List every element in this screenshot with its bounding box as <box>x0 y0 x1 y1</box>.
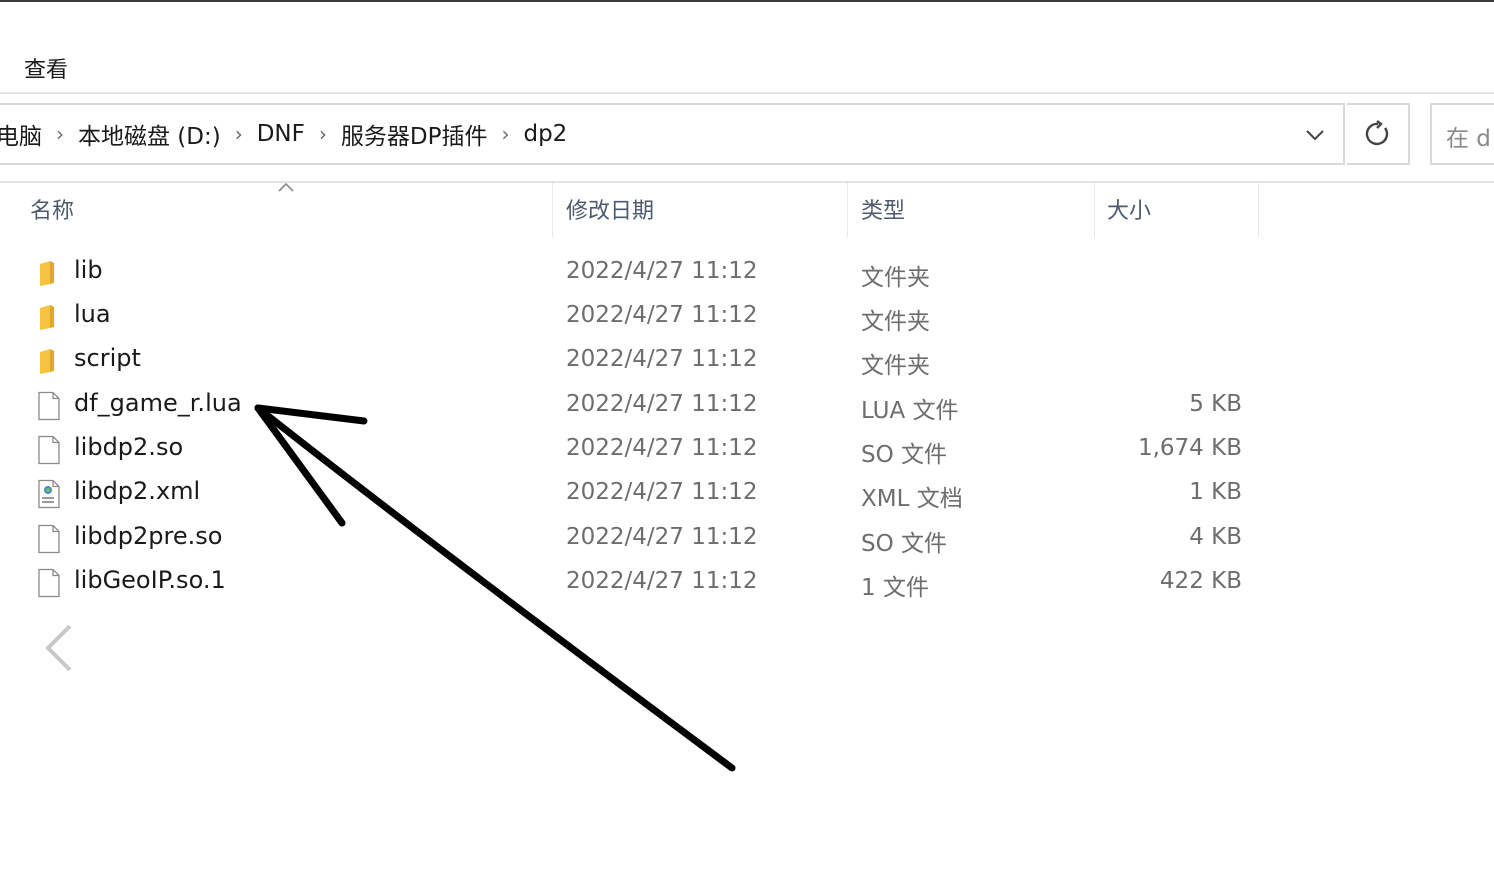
sort-ascending-icon[interactable] <box>276 180 296 194</box>
file-type: XML 文档 <box>861 486 963 512</box>
column-divider[interactable] <box>1258 183 1259 237</box>
file-modified: 2022/4/27 11:12 <box>566 258 758 284</box>
breadcrumb-item-drive-d[interactable]: 本地磁盘 (D:) <box>78 117 221 151</box>
file-name: libdp2.xml <box>74 477 201 505</box>
file-icon <box>38 435 60 465</box>
window-top-border <box>0 0 1494 2</box>
file-type: 1 文件 <box>861 575 929 601</box>
file-type: SO 文件 <box>861 531 948 557</box>
file-size: 4 KB <box>1189 524 1242 550</box>
file-row[interactable]: libdp2pre.so 2022/4/27 11:12 SO 文件 4 KB <box>0 516 1260 560</box>
file-size: 5 KB <box>1189 391 1242 417</box>
file-row[interactable]: lib 2022/4/27 11:12 文件夹 <box>0 250 1260 294</box>
breadcrumb-item-computer[interactable]: 电脑 <box>0 117 42 151</box>
column-divider[interactable] <box>552 183 553 237</box>
file-name: script <box>74 344 141 372</box>
file-name: libdp2.so <box>74 433 184 461</box>
file-type: 文件夹 <box>861 309 930 335</box>
scroll-left-icon[interactable] <box>40 620 80 676</box>
file-icon <box>38 568 60 598</box>
column-header-size[interactable]: 大小 <box>1107 193 1151 225</box>
column-divider[interactable] <box>1094 183 1095 237</box>
file-row[interactable]: libGeoIP.so.1 2022/4/27 11:12 1 文件 422 K… <box>0 560 1260 604</box>
breadcrumb: 电脑 › 本地磁盘 (D:) › DNF › 服务器DP插件 › dp2 <box>0 103 567 165</box>
file-modified: 2022/4/27 11:12 <box>566 568 758 594</box>
file-modified: 2022/4/27 11:12 <box>566 524 758 550</box>
breadcrumb-item-dnf[interactable]: DNF <box>257 121 305 147</box>
folder-icon <box>40 305 54 330</box>
file-modified: 2022/4/27 11:12 <box>566 435 758 461</box>
breadcrumb-item-dp2[interactable]: dp2 <box>523 121 567 147</box>
file-icon <box>38 524 60 554</box>
column-header-name[interactable]: 名称 <box>30 193 74 225</box>
refresh-button[interactable] <box>1347 103 1410 165</box>
file-size: 1 KB <box>1189 479 1242 505</box>
header-divider <box>0 181 1494 183</box>
file-row[interactable]: libdp2.xml 2022/4/27 11:12 XML 文档 1 KB <box>0 471 1260 515</box>
refresh-icon <box>1365 120 1388 146</box>
file-name: lua <box>74 300 111 328</box>
breadcrumb-separator-icon[interactable]: › <box>305 122 341 146</box>
ribbon-divider <box>0 92 1494 94</box>
file-type: SO 文件 <box>861 442 948 468</box>
chevron-down-icon[interactable] <box>1300 118 1330 152</box>
file-type: LUA 文件 <box>861 398 959 424</box>
file-type: 文件夹 <box>861 265 930 291</box>
file-modified: 2022/4/27 11:12 <box>566 302 758 328</box>
file-type: 文件夹 <box>861 353 930 379</box>
column-header-modified[interactable]: 修改日期 <box>566 193 654 225</box>
search-placeholder: 在 d <box>1446 126 1491 152</box>
folder-icon <box>40 261 54 286</box>
column-divider[interactable] <box>847 183 848 237</box>
file-name: lib <box>74 256 103 284</box>
ribbon-tab-view[interactable]: 查看 <box>24 52 68 84</box>
file-row[interactable]: script 2022/4/27 11:12 文件夹 <box>0 338 1260 382</box>
file-size: 422 KB <box>1159 568 1242 594</box>
breadcrumb-separator-icon[interactable]: › <box>221 122 257 146</box>
file-modified: 2022/4/27 11:12 <box>566 479 758 505</box>
file-row[interactable]: df_game_r.lua 2022/4/27 11:12 LUA 文件 5 K… <box>0 383 1260 427</box>
breadcrumb-separator-icon[interactable]: › <box>42 122 78 146</box>
search-input[interactable]: 在 d <box>1430 103 1494 165</box>
file-name: libdp2pre.so <box>74 522 223 550</box>
file-modified: 2022/4/27 11:12 <box>566 391 758 417</box>
file-name: libGeoIP.so.1 <box>74 566 226 594</box>
file-size: 1,674 KB <box>1137 435 1242 461</box>
breadcrumb-item-dp-plugin[interactable]: 服务器DP插件 <box>341 117 488 151</box>
file-modified: 2022/4/27 11:12 <box>566 346 758 372</box>
file-name: df_game_r.lua <box>74 389 242 417</box>
xml-file-icon <box>38 479 60 509</box>
file-icon <box>38 391 60 421</box>
folder-icon <box>40 349 54 374</box>
file-row[interactable]: lua 2022/4/27 11:12 文件夹 <box>0 294 1260 338</box>
column-header-type[interactable]: 类型 <box>861 193 905 225</box>
breadcrumb-separator-icon[interactable]: › <box>487 122 523 146</box>
file-row[interactable]: libdp2.so 2022/4/27 11:12 SO 文件 1,674 KB <box>0 427 1260 471</box>
